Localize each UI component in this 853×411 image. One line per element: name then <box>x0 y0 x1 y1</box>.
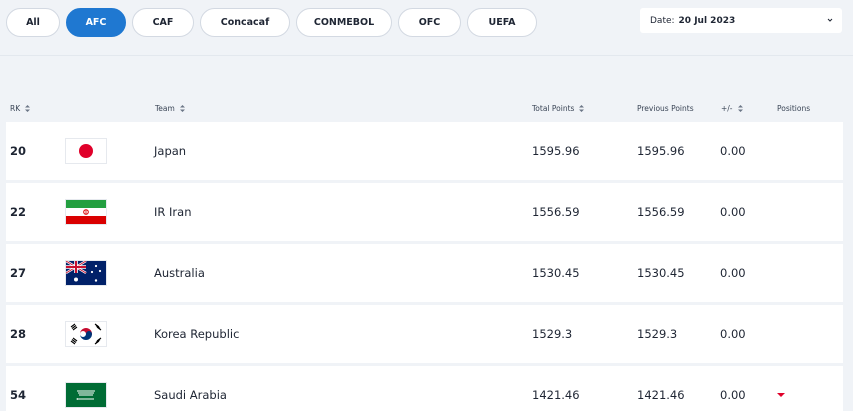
date-value: 20 Jul 2023 <box>678 15 736 26</box>
table-row[interactable]: 20 Japan 1595.96 1595.96 0.00 <box>6 122 843 180</box>
team-name[interactable]: IR Iran <box>154 183 192 241</box>
header-total-points-label: Total Points <box>532 103 575 113</box>
previous-points-cell: 1529.3 <box>637 327 678 341</box>
japan-flag-icon <box>65 138 107 164</box>
rank-cell: 54 <box>10 388 27 402</box>
filter-caf-button[interactable]: CAF <box>132 8 194 37</box>
date-select[interactable]: Date: 20 Jul 2023 <box>640 8 842 33</box>
date-label: Date: <box>650 15 675 26</box>
header-rank-label: RK <box>10 103 21 113</box>
saudi-arabia-flag-icon <box>65 382 107 408</box>
previous-points-cell: 1530.45 <box>637 266 685 280</box>
rank-cell: 20 <box>10 144 27 158</box>
total-points-cell: 1529.3 <box>532 327 573 341</box>
previous-points-cell: 1421.46 <box>637 388 685 402</box>
korea-flag-icon <box>65 321 107 347</box>
sort-icon <box>579 104 585 112</box>
header-rank[interactable]: RK <box>10 100 31 116</box>
header-team-label: Team <box>155 103 175 113</box>
header-change[interactable]: +/- <box>721 100 744 116</box>
header-previous-points: Previous Points <box>637 100 694 116</box>
table-header: RK Team Total Points Previous Points +/-… <box>0 100 853 116</box>
table-row[interactable]: 22 IR Iran 1556.59 1556.59 0.00 <box>6 183 843 241</box>
filter-afc-button[interactable]: AFC <box>66 8 126 37</box>
chevron-down-icon <box>827 18 833 22</box>
rank-cell: 28 <box>10 327 27 341</box>
previous-points-cell: 1556.59 <box>637 205 685 219</box>
filter-uefa-button[interactable]: UEFA <box>467 8 537 37</box>
total-points-cell: 1595.96 <box>532 144 580 158</box>
total-points-cell: 1530.45 <box>532 266 580 280</box>
filter-concacaf-button[interactable]: Concacaf <box>200 8 290 37</box>
change-cell: 0.00 <box>720 205 746 219</box>
table-row[interactable]: 27 Australia 1530.45 1530.45 0.00 <box>6 244 843 302</box>
header-team[interactable]: Team <box>155 100 186 116</box>
team-name[interactable]: Saudi Arabia <box>154 366 227 411</box>
table-row[interactable]: 28 Korea Republic 1529.3 1529.3 0.00 <box>6 305 843 363</box>
filter-all-button[interactable]: All <box>6 8 60 37</box>
team-name[interactable]: Japan <box>154 122 186 180</box>
total-points-cell: 1556.59 <box>532 205 580 219</box>
header-change-label: +/- <box>721 103 733 113</box>
confederation-filter: All AFC CAF Concacaf CONMEBOL OFC UEFA <box>6 8 543 37</box>
sort-icon <box>737 104 743 112</box>
rank-cell: 22 <box>10 205 27 219</box>
change-cell: 0.00 <box>720 388 746 402</box>
change-cell: 0.00 <box>720 144 746 158</box>
sort-icon <box>25 104 31 112</box>
header-previous-points-label: Previous Points <box>637 103 694 113</box>
change-cell: 0.00 <box>720 266 746 280</box>
previous-points-cell: 1595.96 <box>637 144 685 158</box>
australia-flag-icon <box>65 260 107 286</box>
filter-conmebol-button[interactable]: CONMEBOL <box>296 8 392 37</box>
filter-ofc-button[interactable]: OFC <box>398 8 461 37</box>
rank-cell: 27 <box>10 266 27 280</box>
table-row[interactable]: 54 Saudi Arabia 1421.46 1421.46 0.00 <box>6 366 843 411</box>
team-name[interactable]: Australia <box>154 244 205 302</box>
divider <box>0 55 853 56</box>
team-name[interactable]: Korea Republic <box>154 305 239 363</box>
sort-icon <box>179 104 185 112</box>
iran-flag-icon <box>65 199 107 225</box>
header-positions: Positions <box>777 100 810 116</box>
total-points-cell: 1421.46 <box>532 388 580 402</box>
position-down-icon <box>776 366 786 411</box>
header-total-points[interactable]: Total Points <box>532 100 585 116</box>
change-cell: 0.00 <box>720 327 746 341</box>
header-positions-label: Positions <box>777 103 811 113</box>
